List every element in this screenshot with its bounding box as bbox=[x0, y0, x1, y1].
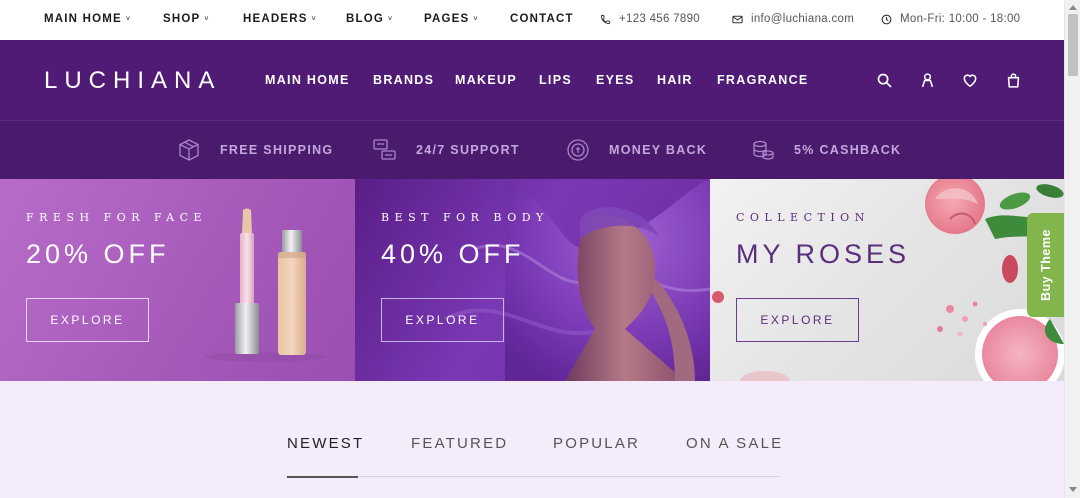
nav-brands[interactable]: BRANDS bbox=[373, 73, 434, 87]
topnav-headers[interactable]: HEADERS ˅ bbox=[243, 13, 317, 25]
nav-hair[interactable]: HAIR bbox=[657, 73, 693, 87]
feature-money-back: MONEY BACK bbox=[565, 137, 707, 163]
scroll-up-arrow-icon[interactable] bbox=[1069, 3, 1077, 11]
topnav-contact-label: CONTACT bbox=[510, 13, 574, 25]
topnav-blog-label: BLOG bbox=[346, 13, 385, 25]
feature-free-shipping: FREE SHIPPING bbox=[176, 137, 333, 163]
buy-theme-button[interactable]: Buy Theme bbox=[1027, 213, 1065, 317]
phone-link[interactable]: +123 456 7890 bbox=[600, 13, 700, 25]
banner-title: 40% OFF bbox=[381, 239, 525, 269]
site-logo[interactable]: LUCHIANA bbox=[44, 67, 221, 95]
banner-body[interactable]: BEST FOR BODY 40% OFF EXPLORE bbox=[355, 179, 710, 381]
chat-icon bbox=[372, 137, 398, 163]
heart-icon[interactable] bbox=[960, 70, 980, 90]
chevron-down-icon: ˅ bbox=[388, 16, 394, 23]
box-icon bbox=[176, 137, 202, 163]
feature-cashback: 5% CASHBACK bbox=[750, 137, 901, 163]
banner-title: MY ROSES bbox=[736, 239, 911, 269]
phone-number: +123 456 7890 bbox=[619, 13, 700, 25]
nav-main-home[interactable]: MAIN HOME bbox=[265, 73, 350, 87]
model-portrait-image bbox=[444, 179, 710, 381]
roses-image bbox=[712, 179, 1064, 381]
topnav-shop-label: SHOP bbox=[163, 13, 201, 25]
topnav-blog[interactable]: BLOG ˅ bbox=[346, 13, 393, 25]
hours-text: Mon-Fri: 10:00 - 18:00 bbox=[900, 13, 1021, 25]
coins-stack-icon bbox=[750, 137, 776, 163]
active-tab-indicator bbox=[287, 476, 358, 478]
top-utility-bar: MAIN HOME ˅ SHOP ˅ HEADERS ˅ BLOG ˅ PAGES ˅ C… bbox=[0, 0, 1064, 40]
scroll-down-arrow-icon[interactable] bbox=[1069, 486, 1077, 494]
topnav-pages[interactable]: PAGES ˅ bbox=[424, 13, 479, 25]
feature-label: 24/7 SUPPORT bbox=[416, 143, 520, 157]
banner-face[interactable]: FRESH FOR FACE 20% OFF EXPLORE bbox=[0, 179, 355, 381]
email-address: info@luchiana.com bbox=[751, 13, 855, 25]
nav-makeup[interactable]: MAKEUP bbox=[455, 73, 517, 87]
tabs-divider bbox=[287, 476, 779, 477]
feature-label: MONEY BACK bbox=[609, 143, 708, 157]
tab-newest[interactable]: NEWEST bbox=[287, 435, 364, 452]
nav-lips[interactable]: LIPS bbox=[539, 73, 572, 87]
user-icon[interactable] bbox=[917, 70, 937, 90]
banner-subtitle: COLLECTION bbox=[736, 211, 870, 224]
page-scrollbar[interactable] bbox=[1064, 0, 1080, 498]
mail-icon bbox=[732, 15, 743, 23]
concealer-product-image bbox=[205, 208, 325, 362]
feature-label: FREE SHIPPING bbox=[220, 143, 334, 157]
tab-popular[interactable]: POPULAR bbox=[553, 435, 640, 452]
search-icon[interactable] bbox=[874, 70, 894, 90]
topnav-pages-label: PAGES bbox=[424, 13, 470, 25]
topnav-main-home-label: MAIN HOME bbox=[44, 13, 122, 25]
topnav-contact[interactable]: CONTACT bbox=[510, 13, 574, 25]
explore-button[interactable]: EXPLORE bbox=[381, 298, 504, 342]
tab-on-a-sale[interactable]: ON A SALE bbox=[686, 435, 783, 452]
main-header: LUCHIANA MAIN HOME BRANDS MAKEUP LIPS EY… bbox=[0, 40, 1064, 120]
clock-icon bbox=[881, 14, 892, 24]
promo-banners: FRESH FOR FACE 20% OFF EXPLORE BEST FOR … bbox=[0, 179, 1064, 381]
coin-icon bbox=[565, 137, 591, 163]
topnav-shop[interactable]: SHOP ˅ bbox=[163, 13, 210, 25]
opening-hours: Mon-Fri: 10:00 - 18:00 bbox=[881, 13, 1020, 25]
email-link[interactable]: info@luchiana.com bbox=[732, 13, 854, 25]
tab-featured[interactable]: FEATURED bbox=[411, 435, 508, 452]
cart-icon[interactable] bbox=[1003, 70, 1023, 90]
nav-eyes[interactable]: EYES bbox=[596, 73, 635, 87]
chevron-down-icon: ˅ bbox=[311, 16, 317, 23]
feature-support: 24/7 SUPPORT bbox=[372, 137, 520, 163]
explore-button[interactable]: EXPLORE bbox=[736, 298, 859, 342]
nav-fragrance[interactable]: FRAGRANCE bbox=[717, 73, 809, 87]
product-tabs-section: NEWEST FEATURED POPULAR ON A SALE bbox=[0, 381, 1064, 498]
topnav-main-home[interactable]: MAIN HOME ˅ bbox=[44, 13, 131, 25]
banner-subtitle: FRESH FOR FACE bbox=[26, 211, 208, 224]
buy-theme-label: Buy Theme bbox=[1039, 229, 1054, 301]
feature-label: 5% CASHBACK bbox=[794, 143, 902, 157]
features-bar: FREE SHIPPING 24/7 SUPPORT MONEY BACK 5%… bbox=[0, 120, 1064, 179]
topnav-headers-label: HEADERS bbox=[243, 13, 308, 25]
banner-subtitle: BEST FOR BODY bbox=[381, 211, 549, 224]
chevron-down-icon: ˅ bbox=[204, 16, 210, 23]
explore-button[interactable]: EXPLORE bbox=[26, 298, 149, 342]
banner-title: 20% OFF bbox=[26, 239, 170, 269]
phone-icon bbox=[600, 14, 611, 24]
chevron-down-icon: ˅ bbox=[473, 16, 479, 23]
scrollbar-thumb[interactable] bbox=[1068, 14, 1078, 76]
chevron-down-icon: ˅ bbox=[125, 16, 132, 23]
banner-roses[interactable]: COLLECTION MY ROSES EXPLORE bbox=[710, 179, 1064, 381]
